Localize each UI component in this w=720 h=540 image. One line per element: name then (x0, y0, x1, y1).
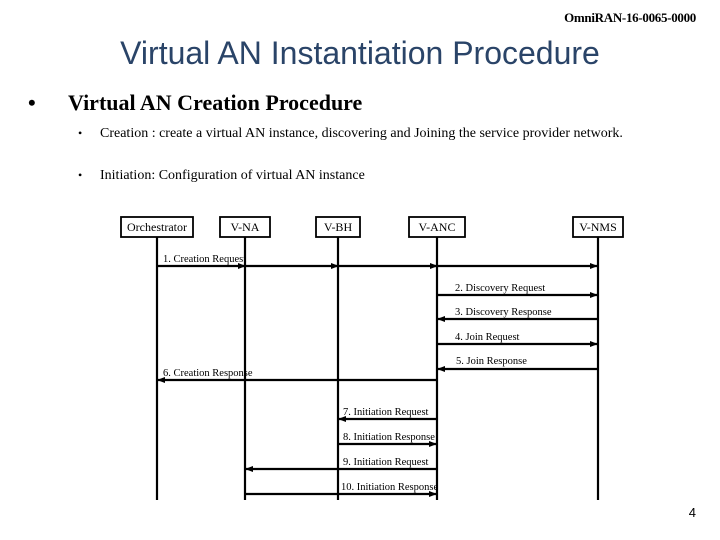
message-label: 1. Creation Request (163, 254, 246, 265)
message-label: 6. Creation Response (163, 368, 253, 379)
message-1: 1. Creation Request (157, 254, 598, 269)
message-9: 9. Initiation Request (245, 457, 437, 472)
entity-box-orchestrator: Orchestrator (120, 216, 194, 238)
message-label: 10. Initiation Response (341, 482, 438, 493)
page-number: 4 (688, 505, 696, 520)
message-label: 3. Discovery Response (455, 307, 552, 318)
message-label: 9. Initiation Request (343, 457, 429, 468)
entity-label: V-NA (231, 220, 260, 234)
entity-box-v-na: V-NA (219, 216, 271, 238)
entity-box-v-bh: V-BH (315, 216, 361, 238)
message-7: 7. Initiation Request (338, 407, 437, 422)
message-3: 3. Discovery Response (437, 307, 598, 322)
entity-label: Orchestrator (127, 220, 187, 234)
entity-box-v-anc: V-ANC (408, 216, 466, 238)
message-label: 8. Initiation Response (343, 432, 435, 443)
message-8: 8. Initiation Response (338, 432, 437, 447)
entity-label: V-NMS (579, 220, 617, 234)
message-label: 4. Join Request (455, 332, 520, 343)
message-label: 7. Initiation Request (343, 407, 429, 418)
entity-label: V-ANC (419, 220, 456, 234)
message-2: 2. Discovery Request (437, 283, 598, 298)
message-10: 10. Initiation Response (245, 482, 438, 497)
message-5: 5. Join Response (437, 356, 598, 372)
message-label: 2. Discovery Request (455, 283, 545, 294)
sequence-diagram: Orchestrator V-NA V-BH V-ANC V-NMS 1. Creati… (120, 216, 624, 500)
entity-box-v-nms: V-NMS (572, 216, 624, 238)
entity-label: V-BH (324, 220, 353, 234)
message-6: 6. Creation Response (157, 368, 437, 383)
message-label: 5. Join Response (456, 356, 527, 367)
message-4: 4. Join Request (437, 332, 598, 347)
